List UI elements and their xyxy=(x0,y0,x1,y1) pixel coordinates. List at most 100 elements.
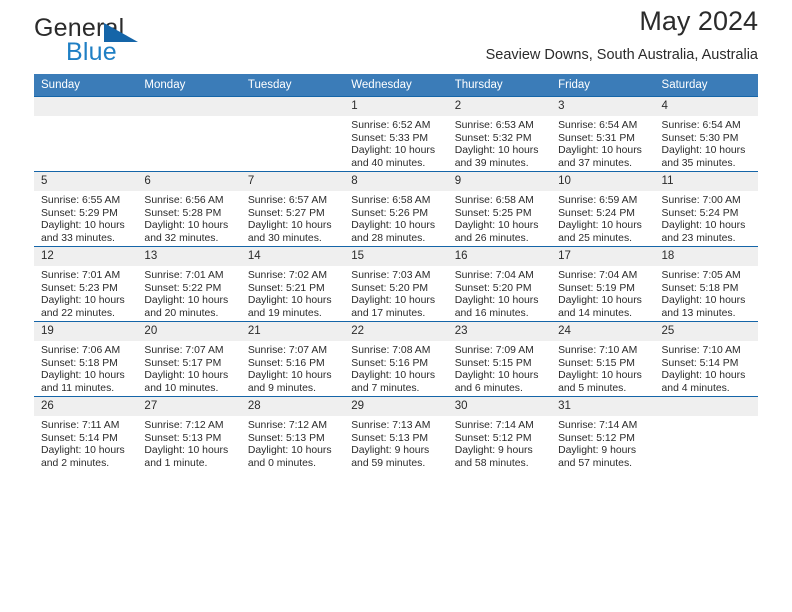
logo-text-blue: Blue xyxy=(66,38,117,66)
calendar-day-cell[interactable]: 22 Sunrise: 7:08 AM Sunset: 5:16 PM Dayligh… xyxy=(344,321,448,397)
calendar-day-cell[interactable]: 14 Sunrise: 7:02 AM Sunset: 5:21 PM Dayligh… xyxy=(240,246,345,322)
calendar-day-cell[interactable]: 23 Sunrise: 7:09 AM Sunset: 5:15 PM Dayligh… xyxy=(447,321,552,397)
calendar-day-cell[interactable]: 20 Sunrise: 7:07 AM Sunset: 5:17 PM Dayligh… xyxy=(137,321,241,397)
sunrise-text: Sunrise: 7:04 AM xyxy=(454,270,534,281)
day-number xyxy=(654,397,758,416)
day-number xyxy=(34,97,138,116)
daylight-text: Daylight: 9 hours and 59 minutes. xyxy=(351,445,430,469)
calendar-day-cell[interactable]: 26 Sunrise: 7:11 AM Sunset: 5:14 PM Dayligh… xyxy=(34,396,138,471)
day-cell-content: 1 Sunrise: 6:52 AM Sunset: 5:33 PM Daylight… xyxy=(344,97,448,171)
day-sun-info: Sunrise: 7:04 AM Sunset: 5:19 PM Daylight:… xyxy=(551,266,654,320)
day-sun-info: Sunrise: 7:01 AM Sunset: 5:22 PM Daylight:… xyxy=(137,266,240,320)
sunset-text: Sunset: 5:13 PM xyxy=(247,432,325,444)
daylight-text: Daylight: 10 hours and 23 minutes. xyxy=(661,220,746,244)
day-sun-info: Sunrise: 6:54 AM Sunset: 5:30 PM Daylight:… xyxy=(655,116,758,170)
calendar-day-cell[interactable]: 9 Sunrise: 6:58 AM Sunset: 5:25 PM Daylight… xyxy=(447,171,552,247)
location-subtitle: Seaview Downs, South Australia, Australi… xyxy=(485,47,758,63)
sunset-text: Sunset: 5:15 PM xyxy=(558,357,635,369)
daylight-text: Daylight: 10 hours and 33 minutes. xyxy=(41,220,125,244)
weekday-header-thursday: Thursday xyxy=(447,74,552,97)
day-cell-content: 21 Sunrise: 7:07 AM Sunset: 5:16 PM Dayligh… xyxy=(240,322,345,396)
daylight-text: Daylight: 10 hours and 30 minutes. xyxy=(247,220,332,244)
day-cell-content: 12 Sunrise: 7:01 AM Sunset: 5:23 PM Dayligh… xyxy=(34,247,138,321)
calendar-day-cell[interactable]: 15 Sunrise: 7:03 AM Sunset: 5:20 PM Dayligh… xyxy=(344,246,448,322)
day-sun-info: Sunrise: 7:04 AM Sunset: 5:20 PM Daylight:… xyxy=(448,266,551,320)
day-number: 13 xyxy=(137,247,241,266)
calendar-day-cell[interactable]: 5 Sunrise: 6:55 AM Sunset: 5:29 PM Daylight… xyxy=(34,171,138,247)
calendar-day-cell[interactable]: 13 Sunrise: 7:01 AM Sunset: 5:22 PM Dayligh… xyxy=(137,246,241,322)
day-sun-info: Sunrise: 7:09 AM Sunset: 5:15 PM Daylight:… xyxy=(448,341,551,395)
daylight-text: Daylight: 10 hours and 40 minutes. xyxy=(351,145,436,169)
sunrise-text: Sunrise: 7:12 AM xyxy=(247,420,327,431)
daylight-text: Daylight: 9 hours and 57 minutes. xyxy=(558,445,637,469)
day-cell-content: 3 Sunrise: 6:54 AM Sunset: 5:31 PM Daylight… xyxy=(551,97,655,171)
day-cell-content: 24 Sunrise: 7:10 AM Sunset: 5:15 PM Dayligh… xyxy=(551,322,655,396)
daylight-text: Daylight: 10 hours and 4 minutes. xyxy=(661,370,746,394)
sunrise-text: Sunrise: 7:10 AM xyxy=(661,345,741,356)
day-number: 25 xyxy=(654,322,758,341)
calendar-day-cell[interactable]: 12 Sunrise: 7:01 AM Sunset: 5:23 PM Dayligh… xyxy=(34,246,138,322)
day-number: 4 xyxy=(654,97,758,116)
calendar-day-cell[interactable]: 28 Sunrise: 7:12 AM Sunset: 5:13 PM Dayligh… xyxy=(240,396,345,471)
general-blue-logo[interactable]: General Blue xyxy=(34,14,204,70)
sunrise-text: Sunrise: 7:01 AM xyxy=(41,270,121,281)
sunrise-text: Sunrise: 7:07 AM xyxy=(144,345,224,356)
sunrise-text: Sunrise: 7:05 AM xyxy=(661,270,741,281)
daylight-text: Daylight: 10 hours and 5 minutes. xyxy=(558,370,642,394)
sunset-text: Sunset: 5:20 PM xyxy=(454,282,532,294)
calendar-day-cell[interactable]: 17 Sunrise: 7:04 AM Sunset: 5:19 PM Dayligh… xyxy=(551,246,655,322)
calendar-day-cell[interactable]: 11 Sunrise: 7:00 AM Sunset: 5:24 PM Dayligh… xyxy=(654,171,758,247)
sunrise-text: Sunrise: 6:52 AM xyxy=(351,120,431,131)
calendar-day-cell[interactable]: 31 Sunrise: 7:14 AM Sunset: 5:12 PM Dayligh… xyxy=(551,396,655,471)
calendar-empty-cell xyxy=(34,96,138,172)
day-number: 21 xyxy=(240,322,345,341)
day-number: 20 xyxy=(137,322,241,341)
daylight-text: Daylight: 10 hours and 20 minutes. xyxy=(144,295,229,319)
sunrise-text: Sunrise: 7:02 AM xyxy=(247,270,327,281)
sunset-text: Sunset: 5:13 PM xyxy=(351,432,429,444)
page-title: May 2024 xyxy=(639,6,758,36)
calendar-body: 1 Sunrise: 6:52 AM Sunset: 5:33 PM Daylight… xyxy=(34,96,758,471)
sunrise-text: Sunrise: 7:01 AM xyxy=(144,270,224,281)
calendar-day-cell[interactable]: 21 Sunrise: 7:07 AM Sunset: 5:16 PM Dayligh… xyxy=(240,321,345,397)
day-number: 26 xyxy=(34,397,138,416)
calendar-day-cell[interactable]: 8 Sunrise: 6:58 AM Sunset: 5:26 PM Daylight… xyxy=(344,171,448,247)
day-cell-content: 11 Sunrise: 7:00 AM Sunset: 5:24 PM Dayligh… xyxy=(654,172,758,246)
calendar-day-cell[interactable]: 27 Sunrise: 7:12 AM Sunset: 5:13 PM Dayligh… xyxy=(137,396,241,471)
calendar-day-cell[interactable]: 3 Sunrise: 6:54 AM Sunset: 5:31 PM Daylight… xyxy=(551,96,655,172)
calendar-day-cell[interactable]: 24 Sunrise: 7:10 AM Sunset: 5:15 PM Dayligh… xyxy=(551,321,655,397)
daylight-text: Daylight: 10 hours and 9 minutes. xyxy=(247,370,332,394)
calendar-day-cell[interactable]: 1 Sunrise: 6:52 AM Sunset: 5:33 PM Daylight… xyxy=(344,96,448,172)
calendar-day-cell[interactable]: 29 Sunrise: 7:13 AM Sunset: 5:13 PM Dayligh… xyxy=(344,396,448,471)
day-number: 19 xyxy=(34,322,138,341)
calendar-day-cell[interactable]: 25 Sunrise: 7:10 AM Sunset: 5:14 PM Dayligh… xyxy=(654,321,758,397)
sunset-text: Sunset: 5:26 PM xyxy=(351,207,429,219)
day-number: 22 xyxy=(344,322,448,341)
calendar-day-cell[interactable]: 19 Sunrise: 7:06 AM Sunset: 5:18 PM Dayligh… xyxy=(34,321,138,397)
day-sun-info: Sunrise: 7:12 AM Sunset: 5:13 PM Daylight:… xyxy=(241,416,344,470)
day-cell-content xyxy=(654,397,758,471)
sunrise-text: Sunrise: 7:03 AM xyxy=(351,270,431,281)
calendar-day-cell[interactable]: 30 Sunrise: 7:14 AM Sunset: 5:12 PM Dayligh… xyxy=(447,396,552,471)
calendar-day-cell[interactable]: 16 Sunrise: 7:04 AM Sunset: 5:20 PM Dayligh… xyxy=(447,246,552,322)
sunset-text: Sunset: 5:21 PM xyxy=(247,282,325,294)
sunset-text: Sunset: 5:28 PM xyxy=(144,207,222,219)
sunrise-text: Sunrise: 6:54 AM xyxy=(558,120,638,131)
calendar-week-row: 5 Sunrise: 6:55 AM Sunset: 5:29 PM Daylight… xyxy=(34,171,758,247)
calendar-day-cell[interactable]: 4 Sunrise: 6:54 AM Sunset: 5:30 PM Daylight… xyxy=(654,96,758,172)
calendar-day-cell[interactable]: 10 Sunrise: 6:59 AM Sunset: 5:24 PM Dayligh… xyxy=(551,171,655,247)
sunrise-text: Sunrise: 7:11 AM xyxy=(41,420,120,431)
daylight-text: Daylight: 10 hours and 26 minutes. xyxy=(454,220,539,244)
day-number: 8 xyxy=(344,172,448,191)
calendar-week-row: 19 Sunrise: 7:06 AM Sunset: 5:18 PM Dayligh… xyxy=(34,321,758,397)
calendar-day-cell[interactable]: 2 Sunrise: 6:53 AM Sunset: 5:32 PM Daylight… xyxy=(447,96,552,172)
sunrise-text: Sunrise: 7:14 AM xyxy=(454,420,534,431)
calendar-empty-cell xyxy=(654,396,758,471)
day-cell-content: 20 Sunrise: 7:07 AM Sunset: 5:17 PM Dayligh… xyxy=(137,322,241,396)
day-number xyxy=(240,97,345,116)
calendar-day-cell[interactable]: 18 Sunrise: 7:05 AM Sunset: 5:18 PM Dayligh… xyxy=(654,246,758,322)
day-cell-content: 26 Sunrise: 7:11 AM Sunset: 5:14 PM Dayligh… xyxy=(34,397,138,471)
calendar-day-cell[interactable]: 6 Sunrise: 6:56 AM Sunset: 5:28 PM Daylight… xyxy=(137,171,241,247)
day-cell-content: 28 Sunrise: 7:12 AM Sunset: 5:13 PM Dayligh… xyxy=(240,397,345,471)
calendar-day-cell[interactable]: 7 Sunrise: 6:57 AM Sunset: 5:27 PM Daylight… xyxy=(240,171,345,247)
